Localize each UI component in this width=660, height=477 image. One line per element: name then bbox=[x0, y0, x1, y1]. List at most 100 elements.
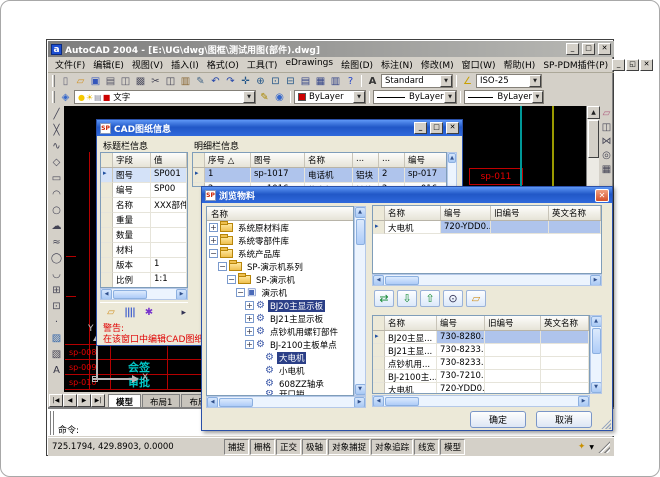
grid-cell[interactable] bbox=[491, 221, 549, 234]
grid-cell[interactable]: 电话机 bbox=[305, 168, 353, 183]
browse-titlebar[interactable]: SP 浏览物料 ✕ bbox=[202, 187, 612, 203]
paste-icon[interactable]: ▥ bbox=[178, 74, 193, 88]
revcloud-icon[interactable]: ☁ bbox=[49, 218, 64, 234]
properties-icon[interactable]: ▤ bbox=[298, 74, 313, 88]
polyline-icon[interactable]: ∿ bbox=[49, 138, 64, 154]
menu-item[interactable]: 帮助(H) bbox=[500, 56, 540, 73]
grid-header-cell[interactable]: 图号 bbox=[251, 153, 305, 167]
grid-cell[interactable]: 材料 bbox=[113, 243, 151, 258]
grid-cell[interactable]: sp-1017 bbox=[251, 168, 305, 183]
menu-item[interactable]: SP-PDM插件(P) bbox=[539, 56, 612, 73]
grid-cell[interactable]: 图号 bbox=[113, 168, 151, 183]
tree-expand-icon[interactable]: + bbox=[209, 223, 218, 232]
menu-item[interactable]: 标注(N) bbox=[377, 56, 417, 73]
tree-item[interactable]: −系统产品库 bbox=[207, 247, 353, 260]
tree-item-label[interactable]: 大电机 bbox=[277, 352, 307, 364]
material-list-vscrollbar[interactable]: ▲ ▼ bbox=[590, 315, 602, 394]
status-toggle[interactable]: 栅格 bbox=[250, 439, 275, 455]
table-row[interactable]: 大电机720-YDD0... bbox=[373, 383, 589, 394]
upload-icon[interactable]: ⇧ bbox=[420, 290, 440, 307]
tree-item-label[interactable]: SP-演示机 bbox=[254, 274, 297, 286]
tool-palettes-icon[interactable]: ▥ bbox=[328, 74, 343, 88]
help-icon[interactable]: ? bbox=[343, 74, 358, 88]
table-row[interactable]: 名称XXX部件 bbox=[101, 198, 187, 213]
grid-cell[interactable]: 名称 bbox=[113, 198, 151, 213]
tree-item[interactable]: −SP-演示机 bbox=[207, 273, 353, 286]
grid-cell[interactable]: 1 bbox=[151, 258, 187, 273]
add-record-icon[interactable]: ✱ bbox=[140, 305, 157, 320]
copy-object-icon[interactable]: ◫ bbox=[599, 120, 614, 134]
tree-item[interactable]: ⚙608ZZ轴承 bbox=[207, 377, 353, 390]
line-icon[interactable]: ╱ bbox=[49, 106, 64, 122]
grid-cell[interactable]: 720-YDD0... bbox=[437, 383, 485, 394]
grid-cell[interactable]: 比例 bbox=[113, 273, 151, 288]
grid-cell[interactable] bbox=[541, 331, 589, 344]
menu-item[interactable]: 格式(O) bbox=[203, 56, 243, 73]
grid-header-cell[interactable]: 编号 bbox=[437, 316, 485, 330]
toolbar-grip[interactable] bbox=[52, 75, 55, 87]
tree-item[interactable]: ⚙大电机 bbox=[207, 351, 353, 364]
grid-header-cell[interactable]: 旧编号 bbox=[491, 206, 549, 220]
tree-expand-icon[interactable]: + bbox=[245, 301, 254, 310]
array-icon[interactable]: ▦ bbox=[599, 162, 614, 176]
grid-cell[interactable]: 铝块 bbox=[353, 168, 379, 183]
scroll-down-icon[interactable]: ▼ bbox=[355, 384, 366, 395]
cancel-button[interactable]: 取消 bbox=[536, 411, 592, 428]
spline-icon[interactable]: ≈ bbox=[49, 234, 64, 250]
rectangle-icon[interactable]: ▭ bbox=[49, 170, 64, 186]
grid-cell[interactable] bbox=[541, 344, 589, 357]
grid-cell[interactable]: SP00 bbox=[151, 183, 187, 198]
comm-center-icon[interactable]: ✦ bbox=[578, 442, 586, 452]
scrollbar-thumb[interactable] bbox=[113, 290, 147, 299]
grid-cell[interactable]: 730-7210... bbox=[437, 370, 485, 383]
status-toggle[interactable]: 极轴 bbox=[302, 439, 327, 455]
dialog-minimize-button[interactable]: _ bbox=[414, 122, 427, 134]
dim-style-icon[interactable]: ∠ bbox=[460, 74, 475, 88]
tree-item-label[interactable]: BJ21主显示板 bbox=[268, 313, 325, 325]
construction-line-icon[interactable]: ╳ bbox=[49, 122, 64, 138]
scroll-right-icon[interactable]: ▶ bbox=[176, 289, 187, 300]
tree-vscrollbar[interactable]: ▲ ▼ bbox=[354, 206, 366, 396]
toolbar-overflow-icon[interactable]: ▸ bbox=[181, 308, 186, 318]
tree-item[interactable]: −▣演示机 bbox=[207, 286, 353, 299]
status-toggle[interactable]: 模型 bbox=[440, 439, 465, 455]
selected-material-hscrollbar[interactable]: ◀ ▶ bbox=[372, 274, 602, 286]
transfer-icon[interactable]: ⇄ bbox=[374, 290, 394, 307]
tree-item-label[interactable]: 点钞机用螺钉部件 bbox=[268, 326, 340, 338]
chevron-down-icon[interactable]: ▼ bbox=[353, 91, 365, 103]
tab-nav-button[interactable]: ▶| bbox=[91, 394, 105, 407]
erase-icon[interactable]: ▱ bbox=[599, 106, 614, 120]
search-icon[interactable]: ⊙ bbox=[443, 290, 463, 307]
grid-header-cell[interactable]: 名称 bbox=[305, 153, 353, 167]
scrollbar-thumb[interactable] bbox=[219, 398, 253, 407]
pan-icon[interactable]: ✛ bbox=[238, 74, 253, 88]
grid-cell[interactable]: 版本 bbox=[113, 258, 151, 273]
polygon-icon[interactable]: ◇ bbox=[49, 154, 64, 170]
layout-tab[interactable]: 布局1 bbox=[142, 394, 180, 407]
status-toggle[interactable]: 正交 bbox=[276, 439, 301, 455]
tree-item[interactable]: +系统零部件库 bbox=[207, 234, 353, 247]
grid-cell[interactable] bbox=[485, 344, 541, 357]
new-icon[interactable]: ▯ bbox=[58, 74, 73, 88]
scroll-left-icon[interactable]: ◀ bbox=[207, 397, 218, 408]
tree-item-label[interactable]: SP-演示机系列 bbox=[245, 261, 305, 273]
scrollbar-thumb[interactable] bbox=[588, 120, 599, 158]
grid-cell[interactable]: 1 bbox=[205, 168, 251, 183]
grid-cell[interactable]: BJ-2100主... bbox=[385, 370, 437, 383]
menu-item[interactable]: 工具(T) bbox=[243, 56, 282, 73]
ok-button[interactable]: 确定 bbox=[470, 411, 526, 428]
text-style-combo[interactable]: Standard ▼ bbox=[381, 74, 453, 88]
tree-item[interactable]: ⚙小电机 bbox=[207, 364, 353, 377]
grid-cell[interactable]: 大电机 bbox=[385, 221, 441, 234]
grid-header-cell[interactable]: 字段 bbox=[113, 153, 151, 167]
grid-cell[interactable] bbox=[485, 370, 541, 383]
table-row[interactable]: 点钞机用...730-8233... bbox=[373, 357, 589, 370]
command-grip[interactable] bbox=[50, 411, 54, 435]
chevron-down-icon[interactable]: ▼ bbox=[532, 91, 543, 103]
tree-item-label[interactable]: 系统零部件库 bbox=[236, 235, 291, 247]
layer-states-icon[interactable]: ✎ bbox=[257, 90, 272, 104]
zoom-window-icon[interactable]: ⊡ bbox=[268, 74, 283, 88]
tree-item-label[interactable]: 演示机 bbox=[259, 287, 289, 299]
grid-cell[interactable]: 大电机 bbox=[385, 383, 437, 394]
offset-icon[interactable]: ◎ bbox=[599, 148, 614, 162]
